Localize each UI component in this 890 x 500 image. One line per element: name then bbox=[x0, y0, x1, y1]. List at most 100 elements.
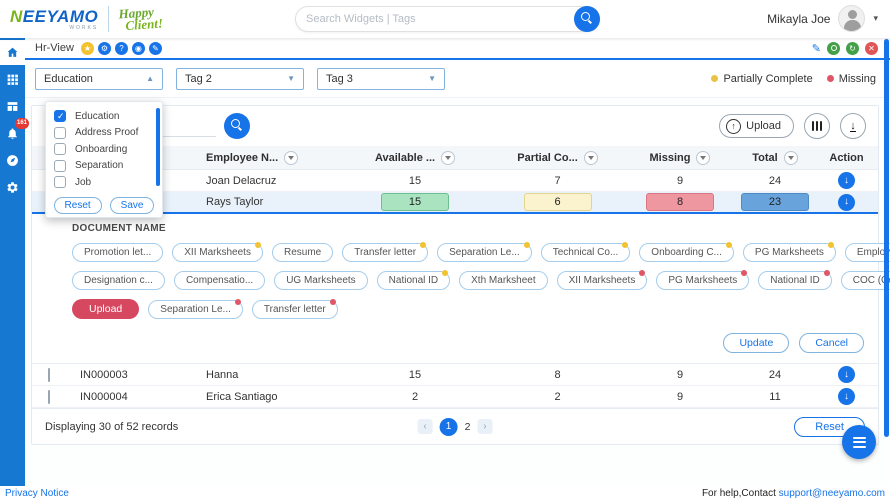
document-chip[interactable]: Separation Le... bbox=[148, 298, 243, 319]
sidebar-item-notifications[interactable]: 161 bbox=[0, 118, 29, 146]
document-chip[interactable]: National ID bbox=[758, 270, 832, 290]
partial-count: 7 bbox=[554, 174, 561, 187]
status-ring-icon[interactable] bbox=[827, 41, 840, 55]
employee-name: Joan Delacruz bbox=[206, 174, 277, 187]
favorite-star-icon[interactable]: ★ bbox=[80, 41, 94, 55]
upload-documents-button[interactable]: Upload bbox=[72, 299, 140, 319]
document-chip[interactable]: XII Marksheets bbox=[172, 242, 263, 262]
column-settings-button[interactable] bbox=[804, 113, 830, 139]
expand-row-button[interactable]: ↓ bbox=[838, 366, 855, 383]
global-search-bar bbox=[295, 6, 600, 32]
next-page-button[interactable]: › bbox=[477, 419, 493, 434]
document-chip[interactable]: XII Marksheets bbox=[556, 270, 648, 290]
close-view-icon[interactable]: ✕ bbox=[865, 41, 878, 55]
chip-label: National ID bbox=[770, 275, 820, 286]
page-2-button[interactable]: 2 bbox=[465, 421, 471, 433]
floating-menu-button[interactable] bbox=[842, 425, 876, 459]
document-chip[interactable]: Designation c... bbox=[72, 271, 165, 290]
prev-page-button[interactable]: ‹ bbox=[417, 419, 433, 434]
employee-name: Rays Taylor bbox=[206, 196, 264, 208]
settings-gear-icon[interactable]: ⚙ bbox=[97, 41, 111, 55]
sort-button[interactable] bbox=[441, 150, 456, 165]
document-chip[interactable]: National ID bbox=[376, 270, 451, 290]
table-search-button[interactable] bbox=[224, 113, 250, 139]
left-sidebar: 161 bbox=[0, 38, 29, 487]
document-chip[interactable]: UG Marksheets bbox=[274, 271, 368, 290]
employee-name: Erica Santiago bbox=[206, 390, 278, 403]
help-text: For help,Contact support@neeyamo.com bbox=[702, 488, 885, 499]
document-chip[interactable]: Transfer letter bbox=[251, 298, 338, 319]
document-chip[interactable]: Xth Marksheet bbox=[459, 271, 548, 290]
update-button[interactable]: Update bbox=[723, 333, 790, 353]
sidebar-item-dashboard[interactable] bbox=[0, 94, 25, 119]
document-chip[interactable]: PG Marksheets bbox=[656, 270, 750, 290]
dropdown-option[interactable]: Onboarding bbox=[54, 141, 162, 158]
view-title: Hr-View bbox=[35, 42, 74, 54]
chip-label: National ID bbox=[388, 275, 439, 286]
checkbox[interactable] bbox=[54, 159, 66, 172]
dropdown-scrollbar[interactable] bbox=[156, 108, 160, 186]
upload-button[interactable]: ↑ Upload bbox=[719, 114, 794, 138]
missing-count: 9 bbox=[676, 390, 684, 403]
sort-button[interactable] bbox=[583, 150, 598, 165]
partial-pill: 6 bbox=[523, 193, 592, 211]
camera-icon[interactable]: ◉ bbox=[131, 41, 145, 55]
row-checkbox[interactable] bbox=[48, 389, 50, 404]
vertical-scrollbar[interactable] bbox=[884, 39, 889, 437]
neeyamo-logo[interactable]: NEEYAMO WORKS bbox=[10, 8, 98, 31]
document-chip[interactable]: Separation Le... bbox=[437, 242, 532, 262]
sidebar-item-home[interactable] bbox=[0, 40, 25, 65]
download-button[interactable]: ↓ bbox=[840, 113, 866, 139]
sort-button[interactable] bbox=[284, 150, 299, 165]
help-question-icon[interactable]: ? bbox=[114, 41, 128, 55]
dropdown-option[interactable]: Separation bbox=[54, 158, 162, 175]
sort-button[interactable] bbox=[696, 150, 711, 165]
document-chip[interactable]: Resume bbox=[271, 243, 334, 262]
document-chip[interactable]: COC (Certific... bbox=[840, 271, 890, 290]
page-1-button[interactable]: 1 bbox=[439, 417, 458, 436]
document-chip[interactable]: Onboarding C... bbox=[639, 242, 734, 262]
dropdown-reset-button[interactable]: Reset bbox=[53, 197, 102, 214]
dropdown-option[interactable] bbox=[54, 191, 162, 193]
collapse-row-button[interactable]: ↓ bbox=[838, 193, 855, 211]
global-search-button[interactable] bbox=[574, 6, 600, 32]
checkbox[interactable] bbox=[54, 110, 66, 123]
edit-view-icon[interactable]: ✎ bbox=[812, 42, 821, 55]
cancel-button[interactable]: Cancel bbox=[799, 333, 864, 353]
sidebar-item-apps[interactable] bbox=[0, 67, 25, 92]
user-menu[interactable]: Mikayla Joe ▾ bbox=[767, 5, 878, 32]
dropdown-option[interactable]: Education bbox=[54, 108, 162, 125]
edit-pencil-circle-icon[interactable]: ✎ bbox=[148, 41, 162, 55]
employee-id: IN000004 bbox=[80, 390, 128, 403]
dropdown-save-button[interactable]: Save bbox=[109, 197, 155, 214]
document-chip[interactable]: Technical Co... bbox=[540, 242, 631, 262]
total-count: 24 bbox=[768, 368, 782, 381]
dropdown-option[interactable]: Address Proof bbox=[54, 125, 162, 142]
checkbox[interactable] bbox=[54, 176, 66, 189]
refresh-icon[interactable]: ↻ bbox=[846, 41, 859, 55]
action-cell: ↓ bbox=[815, 172, 878, 189]
filter-dropdown-education[interactable]: Education ▲ bbox=[35, 67, 163, 90]
expand-row-button[interactable]: ↓ bbox=[838, 388, 855, 405]
sort-button[interactable] bbox=[783, 150, 798, 165]
document-chip[interactable]: Transfer letter bbox=[342, 242, 429, 262]
privacy-notice-link[interactable]: Privacy Notice bbox=[5, 488, 69, 499]
filter-dropdown-tag2[interactable]: Tag 2 ▼ bbox=[176, 67, 304, 90]
document-chip[interactable]: Compensatio... bbox=[173, 271, 266, 290]
chevron-down-icon: ▼ bbox=[287, 74, 295, 83]
column-header-missing: Missing bbox=[625, 150, 735, 165]
dropdown-option[interactable]: Job bbox=[54, 174, 162, 191]
document-chip[interactable]: PG Marksheets bbox=[742, 242, 836, 262]
sidebar-item-explore[interactable] bbox=[0, 148, 25, 173]
document-chip-row: Designation c... Compensatio... UG Marks… bbox=[72, 270, 890, 290]
global-search-input[interactable] bbox=[296, 13, 574, 25]
row-checkbox[interactable] bbox=[48, 367, 50, 382]
filter-dropdown-tag3[interactable]: Tag 3 ▼ bbox=[317, 67, 445, 90]
document-chip[interactable]: Promotion let... bbox=[72, 243, 164, 262]
support-email-link[interactable]: support@neeyamo.com bbox=[779, 488, 885, 499]
checkbox[interactable] bbox=[54, 126, 66, 139]
checkbox[interactable] bbox=[54, 143, 66, 156]
option-label: Job bbox=[75, 176, 92, 188]
sidebar-item-settings[interactable] bbox=[0, 175, 25, 200]
expand-row-button[interactable]: ↓ bbox=[838, 172, 855, 189]
